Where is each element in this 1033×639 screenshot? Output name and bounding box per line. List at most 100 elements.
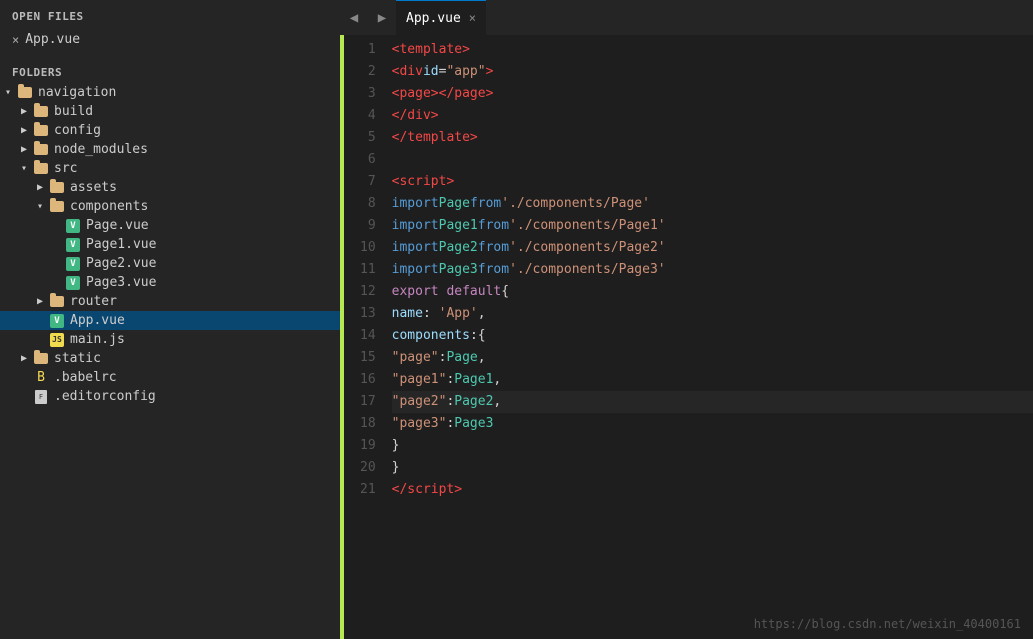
tree-item-label: router	[70, 294, 117, 309]
line-number: 1	[360, 39, 376, 61]
line-number: 13	[360, 303, 376, 325]
editor-tab-app-vue[interactable]: App.vue ×	[396, 0, 486, 35]
tree-item-label: Page.vue	[86, 218, 149, 233]
app-container: OPEN FILES × App.vue FOLDERS ▾ navigatio…	[0, 0, 1033, 639]
tree-item-.babelrc[interactable]: B .babelrc	[0, 368, 340, 387]
editor-content: 123456789101112131415161718192021 <templ…	[340, 35, 1033, 639]
tree-item-node_modules[interactable]: ▶ node_modules	[0, 140, 340, 159]
line-number: 9	[360, 215, 376, 237]
code-line: import Page1 from './components/Page1'	[392, 215, 1033, 237]
tree-item-components[interactable]: ▾ components	[0, 197, 340, 216]
arrow-icon: ▶	[16, 353, 32, 364]
tree-item-label: config	[54, 123, 101, 138]
tree-item-label: App.vue	[70, 313, 125, 328]
tree-item-label: static	[54, 351, 101, 366]
tree-item-label: .editorconfig	[54, 389, 156, 404]
tree-item-Page.vue[interactable]: V Page.vue	[0, 216, 340, 235]
open-file-item[interactable]: × App.vue	[0, 29, 340, 50]
code-line: import Page3 from './components/Page3'	[392, 259, 1033, 281]
line-number: 20	[360, 457, 376, 479]
tree-item-build[interactable]: ▶ build	[0, 102, 340, 121]
line-number: 5	[360, 127, 376, 149]
tab-bar: ◀ ▶ App.vue ×	[340, 0, 1033, 35]
arrow-icon: ▾	[0, 87, 16, 98]
line-number: 8	[360, 193, 376, 215]
tab-nav-right[interactable]: ▶	[368, 0, 396, 35]
watermark: https://blog.csdn.net/weixin_40400161	[754, 617, 1021, 631]
tree-item-App.vue[interactable]: V App.vue	[0, 311, 340, 330]
tree-item-Page1.vue[interactable]: V Page1.vue	[0, 235, 340, 254]
code-line: export default {	[392, 281, 1033, 303]
tree-item-router[interactable]: ▶ router	[0, 292, 340, 311]
folder-icon	[32, 162, 50, 176]
close-icon[interactable]: ×	[12, 33, 19, 47]
tree-item-label: .babelrc	[54, 370, 117, 385]
file-tree: ▾ navigation ▶ build ▶ config ▶ node_mod…	[0, 83, 340, 406]
editor-area: ◀ ▶ App.vue × 12345678910111213141516171…	[340, 0, 1033, 639]
line-number: 15	[360, 347, 376, 369]
code-line: "page3":Page3	[392, 413, 1033, 435]
folder-icon	[32, 105, 50, 119]
line-number: 18	[360, 413, 376, 435]
code-line: </div>	[392, 105, 1033, 127]
tree-item-assets[interactable]: ▶ assets	[0, 178, 340, 197]
line-number: 17	[360, 391, 376, 413]
line-number: 4	[360, 105, 376, 127]
line-number: 12	[360, 281, 376, 303]
line-number: 3	[360, 83, 376, 105]
vue-icon: V	[64, 257, 82, 271]
line-number: 19	[360, 435, 376, 457]
tree-item-config[interactable]: ▶ config	[0, 121, 340, 140]
sidebar: OPEN FILES × App.vue FOLDERS ▾ navigatio…	[0, 0, 340, 639]
arrow-icon: ▾	[16, 163, 32, 174]
tree-item-main.js[interactable]: JS main.js	[0, 330, 340, 349]
code-line: "page2":Page2,	[392, 391, 1033, 413]
vue-icon: V	[64, 238, 82, 252]
code-line: <page></page>	[392, 83, 1033, 105]
tab-close-icon[interactable]: ×	[469, 11, 476, 25]
code-line	[392, 149, 1033, 171]
tab-nav-left[interactable]: ◀	[340, 0, 368, 35]
tree-item-Page2.vue[interactable]: V Page2.vue	[0, 254, 340, 273]
vue-icon: V	[48, 314, 66, 328]
folder-icon	[32, 124, 50, 138]
tree-item-src[interactable]: ▾ src	[0, 159, 340, 178]
tree-item-label: navigation	[38, 85, 116, 100]
arrow-icon: ▶	[16, 125, 32, 136]
vue-icon: V	[64, 219, 82, 233]
code-line: name: 'App',	[392, 303, 1033, 325]
file-icon: F	[32, 390, 50, 404]
folder-icon	[16, 86, 34, 100]
line-number: 10	[360, 237, 376, 259]
folder-icon	[32, 143, 50, 157]
line-number: 14	[360, 325, 376, 347]
babel-icon: B	[32, 371, 50, 385]
code-line: import Page from './components/Page'	[392, 193, 1033, 215]
tab-label: App.vue	[406, 11, 461, 26]
code-lines[interactable]: <template> <div id="app"> <page></page> …	[388, 35, 1033, 639]
line-number: 16	[360, 369, 376, 391]
tree-item-navigation[interactable]: ▾ navigation	[0, 83, 340, 102]
js-icon: JS	[48, 333, 66, 347]
tree-item-static[interactable]: ▶ static	[0, 349, 340, 368]
arrow-icon: ▶	[32, 182, 48, 193]
code-line: <script>	[392, 171, 1033, 193]
folder-icon	[48, 295, 66, 309]
code-line: }	[392, 457, 1033, 479]
tree-item-label: Page1.vue	[86, 237, 156, 252]
line-number: 6	[360, 149, 376, 171]
code-line: </script>	[392, 479, 1033, 501]
open-file-name: App.vue	[25, 32, 80, 47]
tree-item-label: assets	[70, 180, 117, 195]
arrow-icon: ▾	[32, 201, 48, 212]
tree-item-.editorconfig[interactable]: F .editorconfig	[0, 387, 340, 406]
code-line: <div id="app">	[392, 61, 1033, 83]
folder-icon	[48, 181, 66, 195]
code-line: "page1":Page1,	[392, 369, 1033, 391]
line-numbers: 123456789101112131415161718192021	[344, 35, 388, 639]
code-line: }	[392, 435, 1033, 457]
tree-item-label: node_modules	[54, 142, 148, 157]
tree-item-Page3.vue[interactable]: V Page3.vue	[0, 273, 340, 292]
tree-item-label: Page2.vue	[86, 256, 156, 271]
arrow-icon: ▶	[16, 144, 32, 155]
